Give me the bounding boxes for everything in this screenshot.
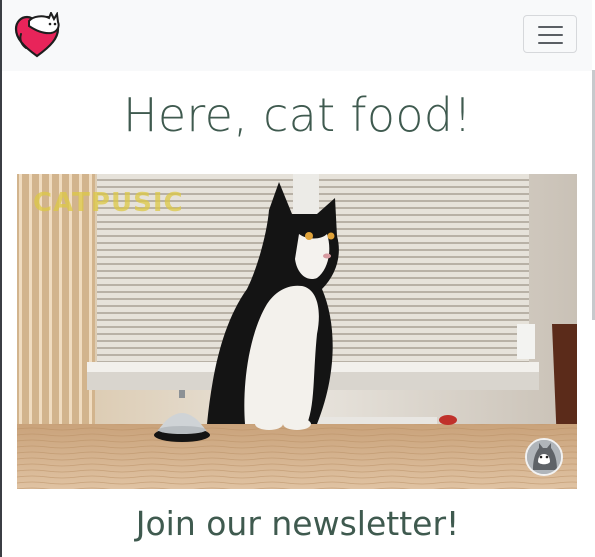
page: Here, cat food! CATPUSIC Join our newsle… — [0, 0, 595, 557]
video-watermark: CATPUSIC — [33, 188, 184, 218]
hamburger-menu-button[interactable] — [523, 15, 577, 53]
hamburger-menu-icon — [538, 26, 563, 44]
video-player[interactable]: CATPUSIC — [17, 174, 577, 489]
newsletter-heading: Join our newsletter! — [135, 504, 460, 543]
navbar — [2, 0, 593, 71]
cat-video-frame — [17, 174, 577, 489]
window-edge — [0, 0, 2, 557]
channel-avatar[interactable] — [525, 438, 563, 476]
cat-heart-logo-icon — [14, 10, 60, 58]
page-title: Here, cat food! — [122, 88, 473, 142]
cat-avatar-icon — [527, 440, 561, 474]
logo-link[interactable] — [13, 10, 61, 60]
